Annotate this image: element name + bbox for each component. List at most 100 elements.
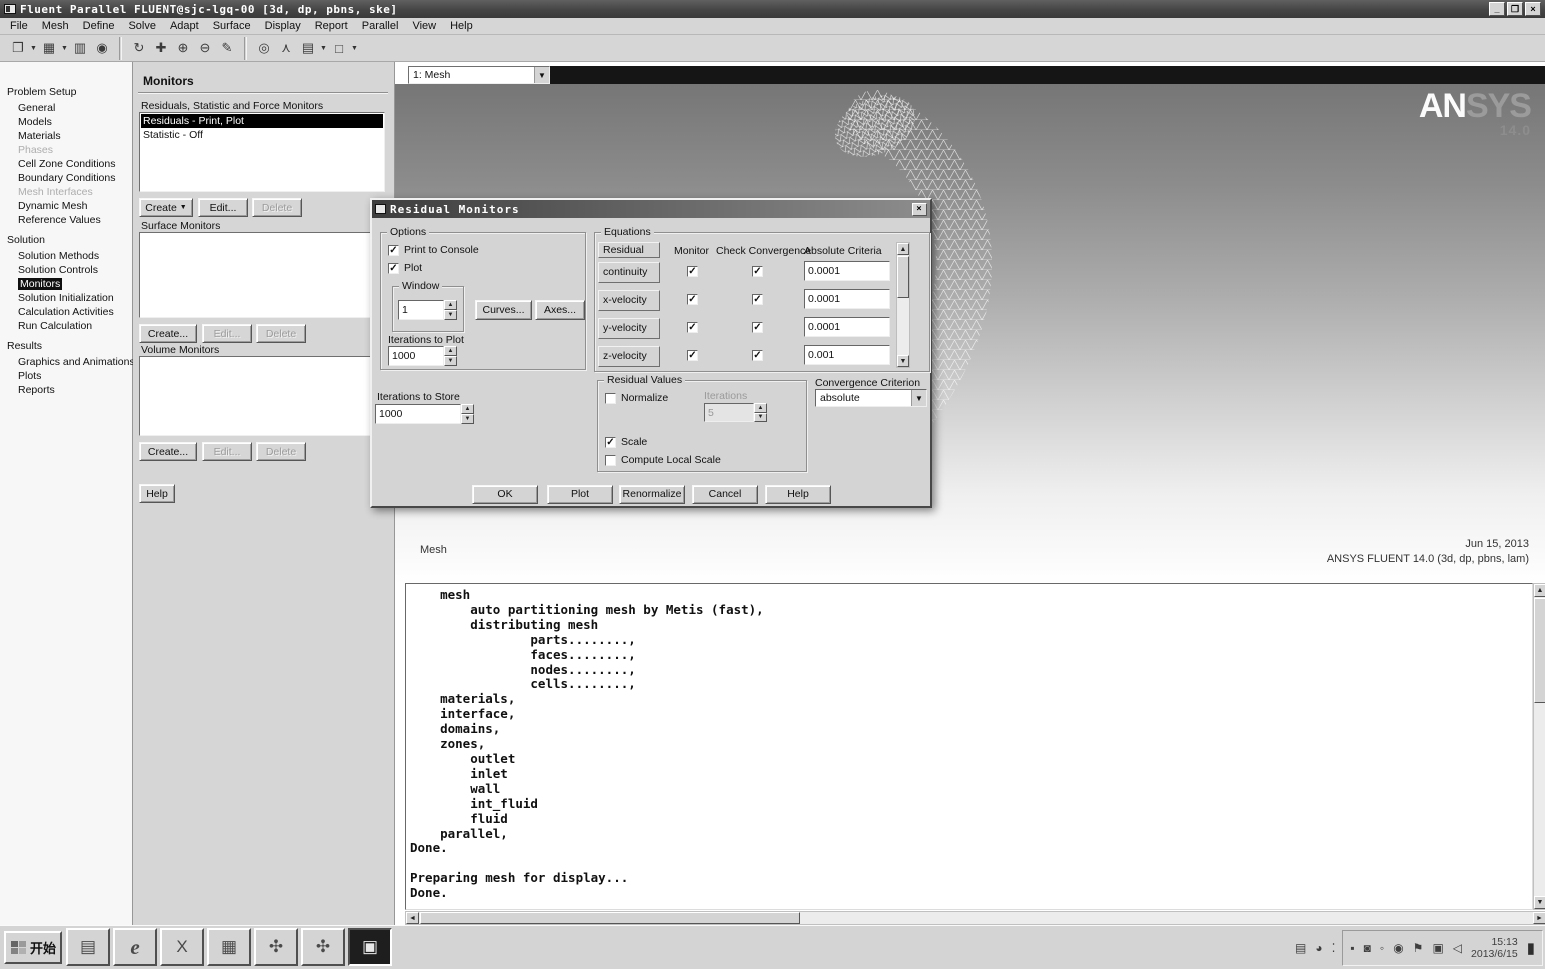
zoom-out-icon[interactable]: ⊖: [194, 37, 216, 59]
menu-surface[interactable]: Surface: [206, 19, 258, 33]
document-viewer-icon[interactable]: ▦: [207, 928, 251, 966]
sidebar-item-solution-controls[interactable]: Solution Controls: [0, 263, 132, 277]
sidebar-item-boundary-conditions[interactable]: Boundary Conditions: [0, 171, 132, 185]
dialog-title-bar[interactable]: Residual Monitors ×: [372, 200, 930, 218]
menu-adapt[interactable]: Adapt: [163, 19, 206, 33]
chevron-down-icon[interactable]: ▼: [534, 67, 549, 83]
menu-mesh[interactable]: Mesh: [35, 19, 76, 33]
display-tray-icon[interactable]: ▣: [1432, 941, 1443, 955]
rotate-view-icon[interactable]: ↻: [128, 37, 150, 59]
surface-monitors-list[interactable]: [139, 232, 385, 318]
sidebar-item-run-calculation[interactable]: Run Calculation: [0, 319, 132, 333]
scrollbar-thumb[interactable]: [420, 912, 800, 924]
residuals-create-button[interactable]: Create ▼: [139, 198, 193, 217]
console-horizontal-scrollbar[interactable]: ◄ ►: [405, 911, 1545, 925]
menu-parallel[interactable]: Parallel: [355, 19, 406, 33]
x-velocity-criteria-input[interactable]: [804, 289, 890, 309]
surface-create-button[interactable]: Create...: [139, 324, 197, 343]
pan-view-icon[interactable]: ✚: [150, 37, 172, 59]
plot-button[interactable]: Plot: [547, 485, 613, 504]
sidebar-item-dynamic-mesh[interactable]: Dynamic Mesh: [0, 199, 132, 213]
spin-down-icon[interactable]: ▼: [461, 414, 474, 424]
start-button[interactable]: 开始: [4, 931, 62, 964]
checkbox-icon[interactable]: ✓: [388, 262, 399, 274]
x-velocity-check-convergence-checkbox[interactable]: ✓: [752, 294, 763, 305]
box-display-dropdown-icon[interactable]: ▼: [350, 37, 359, 59]
console-vertical-scrollbar[interactable]: ▲ ▼: [1533, 583, 1545, 910]
axes-button[interactable]: Axes...: [535, 300, 585, 320]
dots-tray-icon[interactable]: ⁚: [1332, 941, 1336, 955]
write-file-icon[interactable]: ▥: [69, 37, 91, 59]
cad-app-icon[interactable]: ✣: [301, 928, 345, 966]
normalize-checkbox[interactable]: Normalize: [605, 392, 668, 404]
sidebar-item-general[interactable]: General: [0, 101, 132, 115]
checkbox-icon[interactable]: ✓: [605, 436, 616, 448]
security-lock-icon[interactable]: ◙: [1364, 941, 1371, 955]
grid-display-dropdown-icon[interactable]: ▼: [319, 37, 328, 59]
residuals-edit-button[interactable]: Edit...: [198, 198, 248, 217]
y-velocity-criteria-input[interactable]: [804, 317, 890, 337]
dialog-close-icon[interactable]: ×: [912, 202, 927, 216]
chevron-down-icon[interactable]: ▼: [911, 390, 926, 406]
scroll-up-icon[interactable]: ▲: [897, 243, 909, 255]
sidebar-item-reports[interactable]: Reports: [0, 383, 132, 397]
compute-local-scale-checkbox[interactable]: Compute Local Scale: [605, 454, 721, 466]
restore-button[interactable]: ❐: [1507, 2, 1523, 16]
sidebar-item-materials[interactable]: Materials: [0, 129, 132, 143]
menu-define[interactable]: Define: [76, 19, 122, 33]
open-file-dropdown-icon[interactable]: ▼: [29, 37, 38, 59]
list-item-statistic[interactable]: Statistic - Off: [141, 128, 383, 142]
folder-tray-icon[interactable]: ▤: [1295, 941, 1306, 955]
probe-icon[interactable]: ✎: [216, 37, 238, 59]
sidebar-item-models[interactable]: Models: [0, 115, 132, 129]
volume-create-button[interactable]: Create...: [139, 442, 197, 461]
language-tray-icon[interactable]: ◉: [1393, 941, 1403, 955]
excel-icon[interactable]: X: [160, 928, 204, 966]
console-output[interactable]: mesh auto partitioning mesh by Metis (fa…: [405, 583, 1533, 910]
power-tray-icon[interactable]: ◕: [1315, 941, 1322, 955]
close-button[interactable]: ×: [1525, 2, 1541, 16]
continuity-criteria-input[interactable]: [804, 261, 890, 281]
sidebar-item-graphics-and-animations[interactable]: Graphics and Animations: [0, 355, 135, 369]
y-velocity-monitor-checkbox[interactable]: ✓: [687, 322, 698, 333]
sidebar-item-calculation-activities[interactable]: Calculation Activities: [0, 305, 132, 319]
ok-button[interactable]: OK: [472, 485, 538, 504]
refresh-icon[interactable]: ◉: [91, 37, 113, 59]
scale-checkbox[interactable]: ✓ Scale: [605, 436, 647, 448]
convergence-criterion-dropdown[interactable]: absolute ▼: [815, 389, 927, 407]
tree-section-results[interactable]: Results: [0, 338, 132, 355]
internet-explorer-icon[interactable]: e: [113, 928, 157, 966]
checkbox-icon[interactable]: [605, 392, 616, 404]
plot-checkbox[interactable]: ✓ Plot: [388, 262, 422, 274]
menu-view[interactable]: View: [405, 19, 443, 33]
iterations-to-plot-input[interactable]: [388, 346, 444, 366]
z-velocity-check-convergence-checkbox[interactable]: ✓: [752, 350, 763, 361]
cancel-button[interactable]: Cancel: [692, 485, 758, 504]
menu-file[interactable]: File: [3, 19, 35, 33]
sidebar-item-solution-initialization[interactable]: Solution Initialization: [0, 291, 132, 305]
orient-icon[interactable]: ⋏: [275, 37, 297, 59]
flag-tray-icon[interactable]: ⚑: [1413, 941, 1424, 955]
window-input[interactable]: [398, 300, 444, 320]
cad-app-icon[interactable]: ✣: [254, 928, 298, 966]
updates-tray-icon[interactable]: ▪: [1350, 941, 1354, 955]
checkbox-icon[interactable]: ✓: [388, 244, 399, 256]
residuals-monitors-list[interactable]: Residuals - Print, Plot Statistic - Off: [139, 112, 385, 192]
scroll-left-icon[interactable]: ◄: [406, 912, 419, 924]
view-selector[interactable]: 1: Mesh ▼: [408, 66, 550, 84]
menu-solve[interactable]: Solve: [121, 19, 163, 33]
volume-monitors-list[interactable]: [139, 356, 385, 436]
continuity-check-convergence-checkbox[interactable]: ✓: [752, 266, 763, 277]
scroll-right-icon[interactable]: ►: [1533, 912, 1545, 924]
spin-down-icon[interactable]: ▼: [444, 356, 457, 366]
continuity-monitor-checkbox[interactable]: ✓: [687, 266, 698, 277]
menu-help[interactable]: Help: [443, 19, 480, 33]
zoom-in-icon[interactable]: ⊕: [172, 37, 194, 59]
scroll-down-icon[interactable]: ▼: [1534, 896, 1545, 909]
print-to-console-checkbox[interactable]: ✓ Print to Console: [388, 244, 479, 256]
z-velocity-monitor-checkbox[interactable]: ✓: [687, 350, 698, 361]
show-desktop-icon[interactable]: ▤: [66, 928, 110, 966]
iterations-to-store-input[interactable]: [375, 404, 461, 424]
menu-report[interactable]: Report: [308, 19, 355, 33]
help-button[interactable]: Help: [765, 485, 831, 504]
